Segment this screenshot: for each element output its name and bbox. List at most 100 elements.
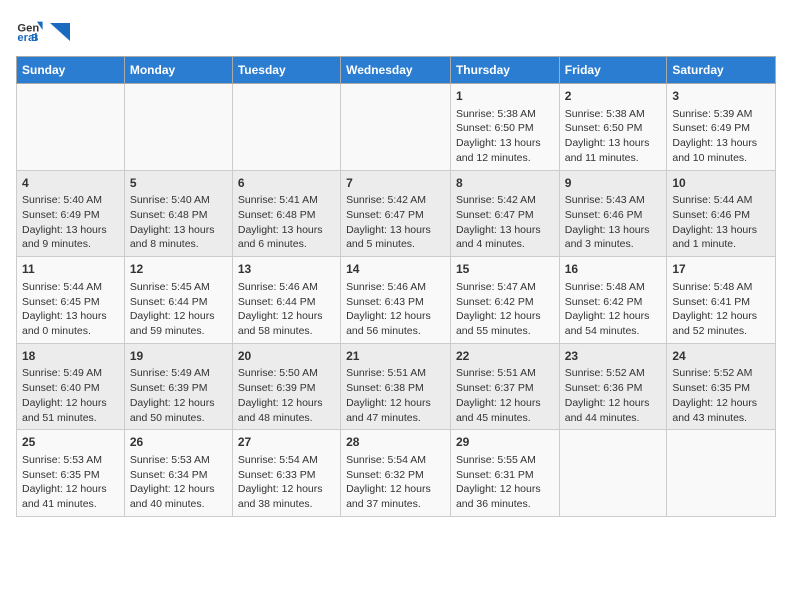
calendar-cell: 14Sunrise: 5:46 AM Sunset: 6:43 PM Dayli… bbox=[341, 257, 451, 344]
week-row-2: 4Sunrise: 5:40 AM Sunset: 6:49 PM Daylig… bbox=[17, 170, 776, 257]
day-info: Sunrise: 5:47 AM Sunset: 6:42 PM Dayligh… bbox=[456, 280, 554, 339]
calendar-cell: 2 Sunrise: 5:38 AM Sunset: 6:50 PM Daylig… bbox=[559, 84, 667, 171]
week-row-1: 1 Sunrise: 5:38 AM Sunset: 6:50 PM Daylig… bbox=[17, 84, 776, 171]
day-info: Sunrise: 5:49 AM Sunset: 6:39 PM Dayligh… bbox=[130, 366, 227, 425]
header-day-thursday: Thursday bbox=[450, 57, 559, 84]
calendar-cell: 11Sunrise: 5:44 AM Sunset: 6:45 PM Dayli… bbox=[17, 257, 125, 344]
logo: Gen eral B bbox=[16, 16, 70, 44]
day-number: 21 bbox=[346, 348, 445, 365]
day-number: 27 bbox=[238, 434, 335, 451]
day-info: Sunrise: 5:53 AM Sunset: 6:34 PM Dayligh… bbox=[130, 453, 227, 512]
calendar-cell: 27 Sunrise: 5:54 AM Sunset: 6:33 PM Dayli… bbox=[232, 430, 340, 517]
week-row-3: 11Sunrise: 5:44 AM Sunset: 6:45 PM Dayli… bbox=[17, 257, 776, 344]
day-info: Sunrise: 5:54 AM Sunset: 6:33 PM Dayligh… bbox=[238, 453, 335, 512]
day-number: 29 bbox=[456, 434, 554, 451]
header-day-saturday: Saturday bbox=[667, 57, 776, 84]
day-info: Sunrise: 5:44 AM Sunset: 6:46 PM Dayligh… bbox=[672, 193, 770, 252]
calendar-cell: 9Sunrise: 5:43 AM Sunset: 6:46 PM Daylig… bbox=[559, 170, 667, 257]
week-row-5: 25Sunrise: 5:53 AM Sunset: 6:35 PM Dayli… bbox=[17, 430, 776, 517]
day-info: Sunrise: 5:51 AM Sunset: 6:38 PM Dayligh… bbox=[346, 366, 445, 425]
day-info: Sunrise: 5:52 AM Sunset: 6:35 PM Dayligh… bbox=[672, 366, 770, 425]
calendar-header: SundayMondayTuesdayWednesdayThursdayFrid… bbox=[17, 57, 776, 84]
day-info: Sunrise: 5:51 AM Sunset: 6:37 PM Dayligh… bbox=[456, 366, 554, 425]
day-number: 14 bbox=[346, 261, 445, 278]
calendar-cell: 24Sunrise: 5:52 AM Sunset: 6:35 PM Dayli… bbox=[667, 343, 776, 430]
logo-arrow-icon bbox=[50, 23, 70, 41]
day-info: Sunrise: 5:48 AM Sunset: 6:41 PM Dayligh… bbox=[672, 280, 770, 339]
calendar-cell: 23Sunrise: 5:52 AM Sunset: 6:36 PM Dayli… bbox=[559, 343, 667, 430]
calendar-cell: 15Sunrise: 5:47 AM Sunset: 6:42 PM Dayli… bbox=[450, 257, 559, 344]
day-number: 12 bbox=[130, 261, 227, 278]
calendar-cell: 4Sunrise: 5:40 AM Sunset: 6:49 PM Daylig… bbox=[17, 170, 125, 257]
calendar-cell: 28 Sunrise: 5:54 AM Sunset: 6:32 PM Dayli… bbox=[341, 430, 451, 517]
day-number: 4 bbox=[22, 175, 119, 192]
day-number: 5 bbox=[130, 175, 227, 192]
day-info: Sunrise: 5:50 AM Sunset: 6:39 PM Dayligh… bbox=[238, 366, 335, 425]
calendar-cell: 21Sunrise: 5:51 AM Sunset: 6:38 PM Dayli… bbox=[341, 343, 451, 430]
day-number: 10 bbox=[672, 175, 770, 192]
calendar-cell bbox=[232, 84, 340, 171]
calendar-cell: 16Sunrise: 5:48 AM Sunset: 6:42 PM Dayli… bbox=[559, 257, 667, 344]
day-info: Sunrise: 5:38 AM Sunset: 6:50 PM Dayligh… bbox=[456, 107, 554, 166]
day-number: 2 bbox=[565, 88, 662, 105]
day-number: 17 bbox=[672, 261, 770, 278]
calendar-cell bbox=[341, 84, 451, 171]
day-number: 26 bbox=[130, 434, 227, 451]
day-number: 7 bbox=[346, 175, 445, 192]
day-info: Sunrise: 5:44 AM Sunset: 6:45 PM Dayligh… bbox=[22, 280, 119, 339]
calendar-cell: 12Sunrise: 5:45 AM Sunset: 6:44 PM Dayli… bbox=[124, 257, 232, 344]
day-info: Sunrise: 5:55 AM Sunset: 6:31 PM Dayligh… bbox=[456, 453, 554, 512]
header-day-friday: Friday bbox=[559, 57, 667, 84]
day-number: 3 bbox=[672, 88, 770, 105]
day-number: 9 bbox=[565, 175, 662, 192]
logo-icon: Gen eral B bbox=[16, 16, 44, 44]
day-number: 18 bbox=[22, 348, 119, 365]
calendar-body: 1 Sunrise: 5:38 AM Sunset: 6:50 PM Daylig… bbox=[17, 84, 776, 517]
calendar-cell: 1 Sunrise: 5:38 AM Sunset: 6:50 PM Daylig… bbox=[450, 84, 559, 171]
day-number: 23 bbox=[565, 348, 662, 365]
header-day-sunday: Sunday bbox=[17, 57, 125, 84]
calendar-cell: 6Sunrise: 5:41 AM Sunset: 6:48 PM Daylig… bbox=[232, 170, 340, 257]
header-day-tuesday: Tuesday bbox=[232, 57, 340, 84]
calendar-cell bbox=[124, 84, 232, 171]
day-info: Sunrise: 5:46 AM Sunset: 6:44 PM Dayligh… bbox=[238, 280, 335, 339]
day-info: Sunrise: 5:53 AM Sunset: 6:35 PM Dayligh… bbox=[22, 453, 119, 512]
day-number: 13 bbox=[238, 261, 335, 278]
calendar-cell: 22Sunrise: 5:51 AM Sunset: 6:37 PM Dayli… bbox=[450, 343, 559, 430]
calendar-cell: 5Sunrise: 5:40 AM Sunset: 6:48 PM Daylig… bbox=[124, 170, 232, 257]
calendar-cell: 3 Sunrise: 5:39 AM Sunset: 6:49 PM Daylig… bbox=[667, 84, 776, 171]
week-row-4: 18Sunrise: 5:49 AM Sunset: 6:40 PM Dayli… bbox=[17, 343, 776, 430]
day-number: 1 bbox=[456, 88, 554, 105]
calendar-cell bbox=[667, 430, 776, 517]
calendar-cell bbox=[559, 430, 667, 517]
page-header: Gen eral B bbox=[16, 16, 776, 44]
day-info: Sunrise: 5:41 AM Sunset: 6:48 PM Dayligh… bbox=[238, 193, 335, 252]
day-info: Sunrise: 5:42 AM Sunset: 6:47 PM Dayligh… bbox=[346, 193, 445, 252]
day-number: 6 bbox=[238, 175, 335, 192]
header-day-monday: Monday bbox=[124, 57, 232, 84]
day-info: Sunrise: 5:40 AM Sunset: 6:49 PM Dayligh… bbox=[22, 193, 119, 252]
calendar-cell: 26 Sunrise: 5:53 AM Sunset: 6:34 PM Dayli… bbox=[124, 430, 232, 517]
calendar-cell: 17 Sunrise: 5:48 AM Sunset: 6:41 PM Dayli… bbox=[667, 257, 776, 344]
day-number: 19 bbox=[130, 348, 227, 365]
day-info: Sunrise: 5:39 AM Sunset: 6:49 PM Dayligh… bbox=[672, 107, 770, 166]
day-info: Sunrise: 5:48 AM Sunset: 6:42 PM Dayligh… bbox=[565, 280, 662, 339]
day-info: Sunrise: 5:42 AM Sunset: 6:47 PM Dayligh… bbox=[456, 193, 554, 252]
day-number: 24 bbox=[672, 348, 770, 365]
header-row: SundayMondayTuesdayWednesdayThursdayFrid… bbox=[17, 57, 776, 84]
calendar-cell: 18Sunrise: 5:49 AM Sunset: 6:40 PM Dayli… bbox=[17, 343, 125, 430]
calendar-cell: 8Sunrise: 5:42 AM Sunset: 6:47 PM Daylig… bbox=[450, 170, 559, 257]
calendar-cell: 10Sunrise: 5:44 AM Sunset: 6:46 PM Dayli… bbox=[667, 170, 776, 257]
day-info: Sunrise: 5:52 AM Sunset: 6:36 PM Dayligh… bbox=[565, 366, 662, 425]
calendar-cell: 7Sunrise: 5:42 AM Sunset: 6:47 PM Daylig… bbox=[341, 170, 451, 257]
day-number: 28 bbox=[346, 434, 445, 451]
day-info: Sunrise: 5:38 AM Sunset: 6:50 PM Dayligh… bbox=[565, 107, 662, 166]
day-info: Sunrise: 5:54 AM Sunset: 6:32 PM Dayligh… bbox=[346, 453, 445, 512]
calendar-cell: 19Sunrise: 5:49 AM Sunset: 6:39 PM Dayli… bbox=[124, 343, 232, 430]
svg-text:B: B bbox=[31, 33, 38, 44]
calendar-cell: 13 Sunrise: 5:46 AM Sunset: 6:44 PM Dayli… bbox=[232, 257, 340, 344]
day-number: 20 bbox=[238, 348, 335, 365]
day-info: Sunrise: 5:40 AM Sunset: 6:48 PM Dayligh… bbox=[130, 193, 227, 252]
day-number: 8 bbox=[456, 175, 554, 192]
day-info: Sunrise: 5:43 AM Sunset: 6:46 PM Dayligh… bbox=[565, 193, 662, 252]
